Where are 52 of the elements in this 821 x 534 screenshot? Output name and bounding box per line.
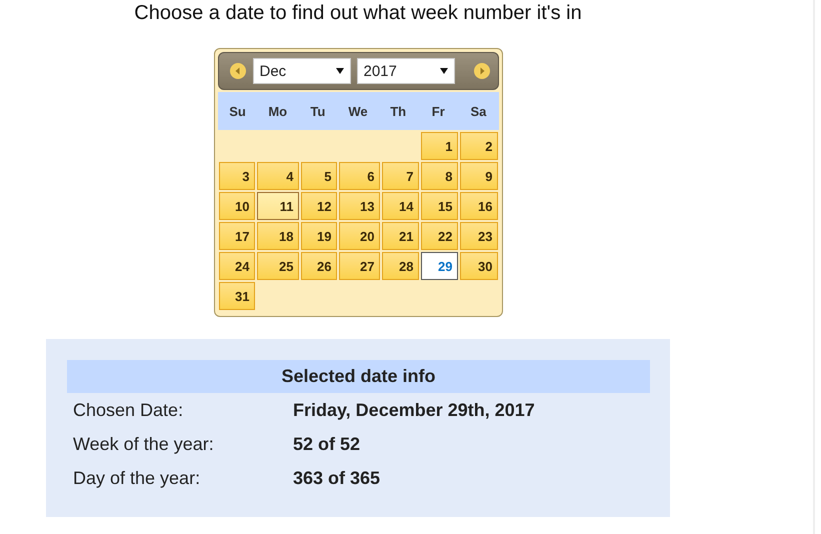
calendar-day[interactable]: 4 xyxy=(256,162,298,190)
previous-month-icon[interactable] xyxy=(228,62,246,80)
month-dropdown[interactable]: Dec xyxy=(252,58,350,84)
calendar-day[interactable]: 9 xyxy=(460,162,498,190)
weekday-label: Tu xyxy=(309,104,326,118)
info-label: Day of the year: xyxy=(72,468,202,488)
calendar-day[interactable]: 20 xyxy=(338,222,380,250)
calendar-day[interactable]: 27 xyxy=(338,252,380,280)
calendar-day[interactable]: 19 xyxy=(300,222,336,250)
weekday-label: We xyxy=(347,104,369,118)
calendar-day[interactable]: 28 xyxy=(382,252,418,280)
calendar-day[interactable]: 21 xyxy=(382,222,418,250)
calendar-day[interactable]: 24 xyxy=(218,252,254,280)
calendar-day[interactable]: 15 xyxy=(420,192,458,220)
calendar-day[interactable]: 18 xyxy=(256,222,298,250)
calendar-day[interactable]: 16 xyxy=(460,192,498,220)
weekday-label: Fr xyxy=(430,104,446,118)
calendar-day[interactable]: 1 xyxy=(420,132,458,160)
calendar-day[interactable]: 25 xyxy=(256,252,298,280)
info-value: 52 of 52 xyxy=(293,434,360,454)
info-label: Week of the year: xyxy=(72,434,215,454)
weekday-label: Sa xyxy=(469,104,488,118)
calendar-day[interactable]: 2 xyxy=(460,132,498,160)
calendar-day[interactable]: 14 xyxy=(382,192,418,220)
calendar-day[interactable]: 29 xyxy=(420,252,458,280)
info-title: Selected date info xyxy=(67,360,650,393)
info-value: Friday, December 29th, 2017 xyxy=(293,400,535,420)
calendar-day[interactable]: 22 xyxy=(420,222,458,250)
info-value: 363 of 365 xyxy=(293,468,380,488)
next-month-icon[interactable] xyxy=(472,62,490,80)
dropdown-arrow-icon xyxy=(440,68,448,74)
calendar-day[interactable]: 13 xyxy=(338,192,380,220)
weekday-label: Su xyxy=(228,104,247,118)
calendar-day[interactable]: 17 xyxy=(218,222,254,250)
year-dropdown[interactable]: 2017 xyxy=(356,58,454,84)
calendar-day[interactable]: 6 xyxy=(338,162,380,190)
calendar-day[interactable]: 30 xyxy=(460,252,498,280)
weekday-label: Th xyxy=(389,104,408,118)
weekday-label: Mo xyxy=(267,104,288,118)
calendar-day[interactable]: 5 xyxy=(300,162,336,190)
calendar-day[interactable]: 7 xyxy=(382,162,418,190)
dropdown-arrow-icon xyxy=(336,68,344,74)
calendar-day[interactable]: 10 xyxy=(218,192,254,220)
calendar-day[interactable]: 26 xyxy=(300,252,336,280)
calendar-day[interactable]: 8 xyxy=(420,162,458,190)
info-label: Chosen Date: xyxy=(72,400,184,420)
calendar-day[interactable]: 31 xyxy=(218,282,254,310)
calendar-day[interactable]: 3 xyxy=(218,162,254,190)
calendar-day[interactable]: 12 xyxy=(300,192,336,220)
calendar-day[interactable]: 23 xyxy=(460,222,498,250)
calendar-day[interactable]: 11 xyxy=(256,192,298,220)
page-heading: Choose a date to find out what week number it's in xyxy=(134,1,582,25)
